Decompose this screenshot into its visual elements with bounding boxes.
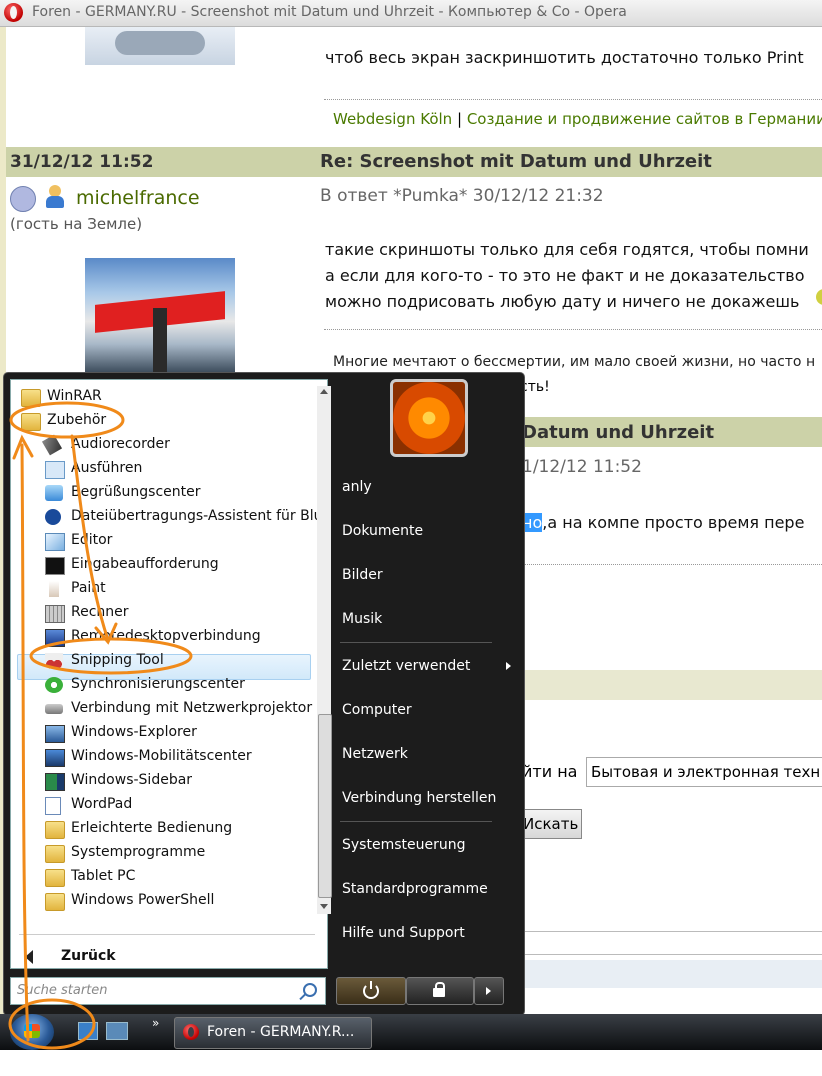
menu-default-programs[interactable]: Standardprogramme [342,881,488,897]
opera-logo-icon [4,3,23,22]
post-subject-2[interactable]: Datum und Uhrzeit [522,422,714,443]
page-bottom-bar [522,960,822,988]
user-avatar-top [85,27,235,65]
quicklaunch-more[interactable]: » [152,1016,159,1030]
folder-icon [21,413,41,431]
post-date: 31/12/12 11:52 [10,152,154,172]
post-body-line-3: можно подрисовать любую дату и ничего не… [325,292,800,311]
back-button[interactable]: Zurück [61,948,116,964]
text-selection: но [522,513,543,532]
signature-link-seo[interactable]: Создание и продвижение сайтов в Германии [467,110,822,128]
wordpad-icon [45,797,61,815]
microphone-icon [41,434,63,456]
lock-button[interactable] [406,977,474,1005]
folder-icon [45,869,65,887]
scroll-up-icon[interactable] [320,389,328,394]
menu-recent-items[interactable]: Zuletzt verwendet [342,658,470,674]
power-icon [363,981,379,999]
folder-icon [45,893,65,911]
menu-separator [340,821,492,822]
cmd-icon [45,557,65,575]
welcome-icon [45,485,63,501]
post-date-2: 1/12/12 11:52 [522,457,642,477]
menu-music[interactable]: Musik [342,611,382,627]
reply-info: В ответ *Pumka* 30/12/12 21:32 [320,186,604,206]
sidebar-icon [45,773,65,791]
smiley-icon [816,289,822,305]
menu-separator [340,642,492,643]
submenu-arrow-icon [506,662,511,670]
author-avatar-image [85,258,235,373]
paint-icon [49,581,59,597]
power-button[interactable] [336,977,406,1005]
run-icon [45,461,65,479]
goto-label: йти на [522,762,578,781]
switch-windows-icon[interactable] [106,1022,128,1040]
notepad-icon [45,533,65,551]
post-body-line-1: такие скриншоты только для себя годятся,… [325,240,809,259]
quick-reply-field[interactable] [522,931,822,955]
mobility-icon [45,749,65,767]
user-picture[interactable] [390,379,468,457]
post-header: 31/12/12 11:52 Re: Screenshot mit Datum … [6,147,822,177]
post-author[interactable]: michelfrance [76,187,200,209]
search-icon[interactable] [303,983,317,997]
signature-link-webdesign[interactable]: Webdesign Köln [333,110,452,128]
taskbar-opera-window[interactable]: Foren - GERMANY.R... [174,1017,372,1049]
signature-separator: | [456,110,463,128]
search-placeholder: Suche starten [17,983,108,998]
menu-connect-to[interactable]: Verbindung herstellen [342,790,496,806]
folder-icon [45,821,65,839]
start-button[interactable] [10,1014,54,1050]
menu-pictures[interactable]: Bilder [342,567,383,583]
taskbar-window-label: Foren - GERMANY.R... [207,1024,355,1040]
signature-divider-3 [522,564,822,565]
menu-computer[interactable]: Computer [342,702,412,718]
rank-badge-icon [10,186,36,212]
signature-divider-2 [324,329,822,330]
camo-banner [522,789,822,899]
scroll-down-icon[interactable] [320,904,328,909]
menu-user-folder[interactable]: anly [342,479,372,495]
bluetooth-icon [45,509,61,525]
calculator-icon [45,605,65,623]
lock-icon [433,982,445,997]
all-programs-list[interactable]: WinRAR Zubehör Audiorecorder Ausführen B… [10,379,332,969]
scissors-icon [45,653,63,669]
bottom-strip [0,1050,822,1076]
signature: Webdesign Köln | Создание и продвижение … [333,110,822,128]
window-title: Foren - GERMANY.RU - Screenshot mit Datu… [32,4,627,20]
shutdown-options-button[interactable] [474,977,504,1005]
post-body-line-2: а если для кого-то - то это не факт и не… [325,266,805,285]
back-separator [19,934,315,935]
start-menu: WinRAR Zubehör Audiorecorder Ausführen B… [3,372,525,1016]
search-button[interactable]: Искать [520,809,582,839]
post-signature: Многие мечтают о бессмертии, им мало сво… [333,354,816,370]
folder-icon [21,389,41,407]
projector-icon [45,704,63,714]
forum-select[interactable]: Бытовая и электронная техн [586,757,822,787]
menu-help-support[interactable]: Hilfe und Support [342,925,465,941]
signature-divider [324,99,822,100]
back-arrow-icon [25,950,33,964]
start-search-input[interactable]: Suche starten [10,977,326,1005]
window-title-bar[interactable]: Foren - GERMANY.RU - Screenshot mit Datu… [0,0,822,27]
opera-icon [183,1024,199,1040]
explorer-icon [45,725,65,743]
show-desktop-icon[interactable] [78,1022,98,1040]
post-text-line: чтоб весь экран заскриншотить достаточно… [325,48,804,67]
user-status-icon [44,185,66,209]
menu-network[interactable]: Netzwerk [342,746,408,762]
start-menu-right-pane: anly Dokumente Bilder Musik Zuletzt verw… [328,373,524,1013]
post-subject[interactable]: Re: Screenshot mit Datum und Uhrzeit [320,151,712,172]
chevron-right-icon [486,987,491,995]
post-body-2: но,а на компе просто время пере [522,513,805,532]
folder-icon [45,845,65,863]
menu-control-panel[interactable]: Systemsteuerung [342,837,465,853]
sync-icon [45,677,63,693]
menu-documents[interactable]: Dokumente [342,523,423,539]
author-status: (гость на Земле) [10,215,143,233]
taskbar: » Foren - GERMANY.R... [0,1014,822,1050]
remote-desktop-icon [45,629,65,647]
